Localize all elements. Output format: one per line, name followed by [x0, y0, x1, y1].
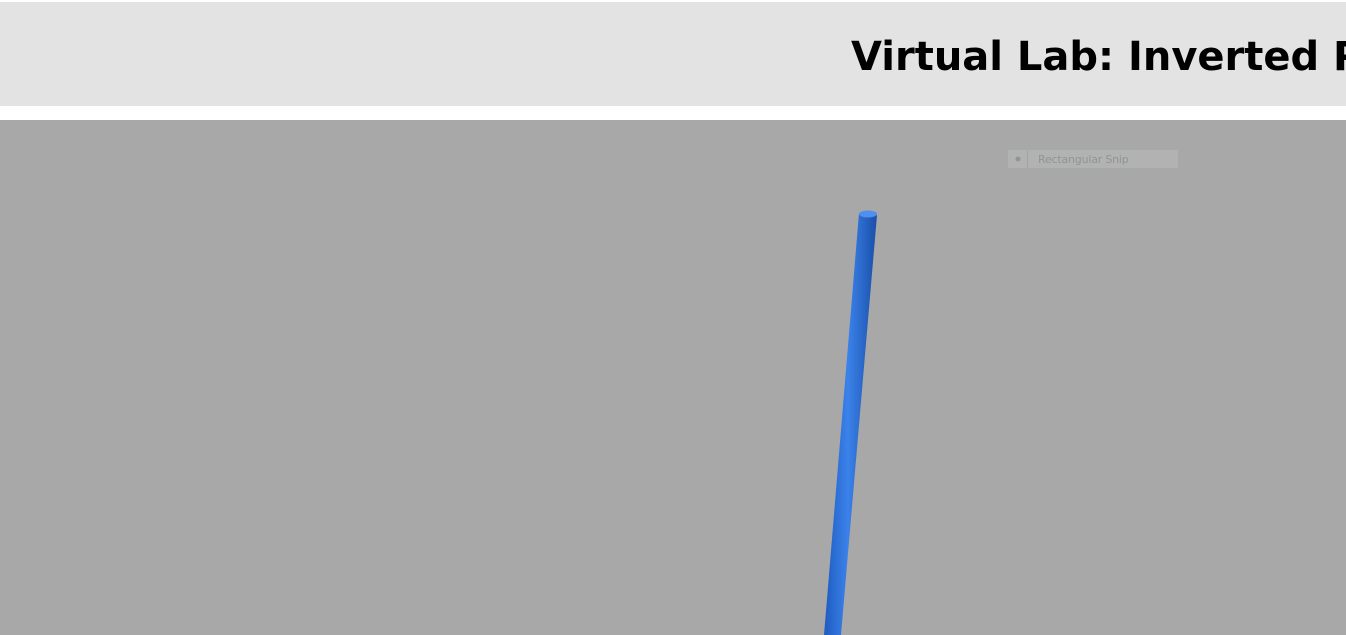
pendulum-rod[interactable] — [824, 210, 877, 635]
pendulum-scene — [824, 210, 877, 635]
page-title: Virtual Lab: Inverted P — [851, 34, 1346, 80]
pendulum-rod-tip — [859, 210, 877, 218]
simulation-viewport[interactable]: Rectangular Snip — [0, 120, 1346, 635]
page-header: Virtual Lab: Inverted P — [0, 2, 1346, 106]
